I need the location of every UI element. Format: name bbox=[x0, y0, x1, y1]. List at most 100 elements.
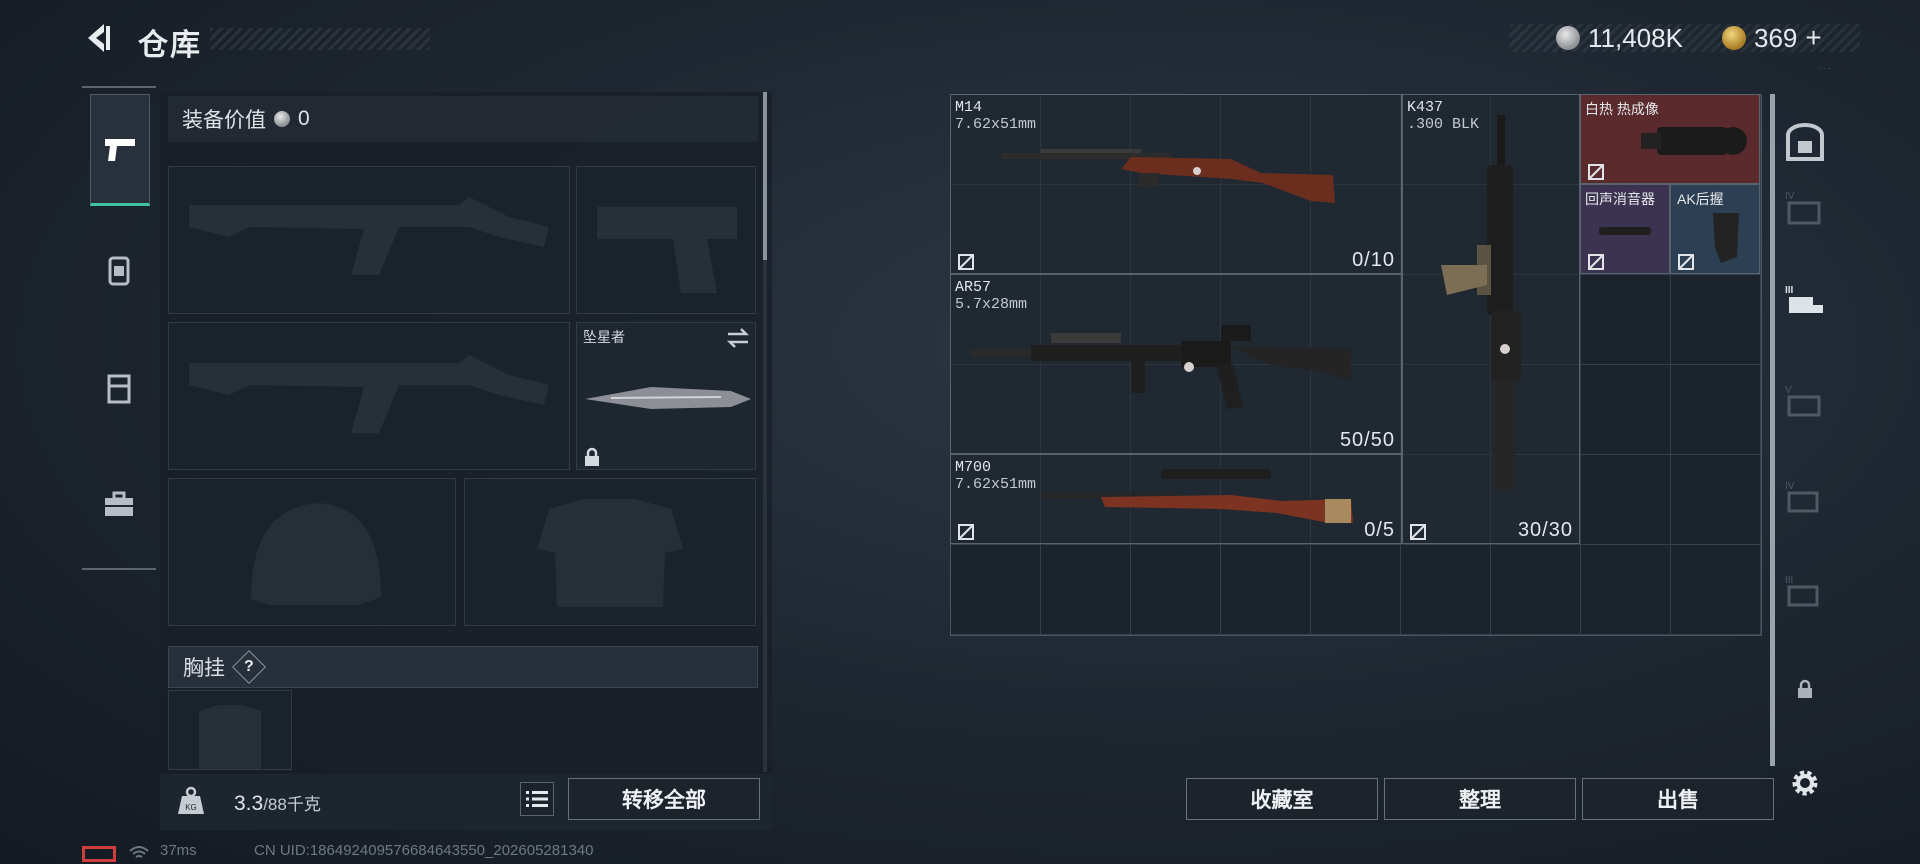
wifi-icon bbox=[129, 846, 149, 858]
toolbox-icon bbox=[105, 491, 133, 516]
stash-tab-iv-b[interactable]: IV bbox=[1780, 470, 1830, 524]
pistol-silhouette-icon bbox=[597, 207, 737, 293]
weight-display: 3.3/88千克 bbox=[234, 790, 321, 816]
add-currency-button[interactable]: + bbox=[1805, 22, 1821, 54]
melee-name: 坠星者 bbox=[583, 329, 625, 345]
tab-toolbox[interactable] bbox=[90, 474, 148, 534]
equipment-value-label: 装备价值 bbox=[182, 109, 266, 132]
armor-silhouette-icon bbox=[537, 499, 683, 607]
silver-currency: 11,408K bbox=[1556, 20, 1683, 56]
equipment-scrollbar[interactable] bbox=[763, 92, 767, 260]
pistol-slot[interactable] bbox=[576, 166, 756, 314]
stash-tab-iii-b[interactable]: III bbox=[1780, 564, 1830, 618]
list-icon bbox=[526, 791, 548, 807]
item-name: 回声消音器 bbox=[1585, 191, 1655, 207]
item-name: AR57 bbox=[955, 279, 992, 296]
stash-item-m700[interactable]: M700 7.62x51mm 0/5 bbox=[950, 454, 1402, 544]
chest-help-mark: ? bbox=[244, 658, 254, 675]
tab-backpack[interactable] bbox=[90, 240, 148, 300]
svg-text:IV: IV bbox=[1785, 191, 1795, 202]
item-name: K437 bbox=[1407, 99, 1444, 116]
chest-rig-header: 胸挂 ? bbox=[168, 646, 758, 688]
tabbar-top-line bbox=[82, 86, 156, 88]
storage-iv-b-icon: IV bbox=[1785, 481, 1819, 513]
k437-rifle-icon bbox=[1441, 115, 1521, 491]
rifle-silhouette-icon bbox=[189, 197, 549, 275]
sell-button[interactable]: 出售 bbox=[1582, 778, 1774, 820]
item-name: M14 bbox=[955, 99, 983, 116]
stash-item-suppressor[interactable]: 回声消音器 bbox=[1580, 184, 1670, 274]
transfer-all-button[interactable]: 转移全部 bbox=[568, 778, 760, 820]
stash-item-k437[interactable]: K437 .300 BLK 30/30 bbox=[1402, 94, 1580, 544]
organize-button[interactable]: 整理 bbox=[1384, 778, 1576, 820]
stash-tab-5[interactable]: V bbox=[1780, 374, 1830, 428]
stash-tab-locked[interactable] bbox=[1780, 662, 1830, 716]
back-icon[interactable] bbox=[80, 20, 116, 56]
gold-coin-icon bbox=[1722, 26, 1746, 50]
storage-v-icon: V bbox=[1785, 385, 1821, 417]
chest-rig-label: 胸挂 bbox=[183, 657, 225, 680]
stash-scrollbar[interactable] bbox=[1770, 94, 1775, 766]
item-ammo: 0/10 bbox=[1352, 249, 1395, 271]
stash-tab-main[interactable] bbox=[1780, 116, 1830, 170]
tab-vest[interactable] bbox=[90, 358, 148, 418]
gold-amount: 369 bbox=[1754, 22, 1798, 53]
equipment-value-bar: 装备价值 0 bbox=[168, 96, 758, 142]
item-caliber: 5.7x28mm bbox=[955, 296, 1028, 313]
version-mark: · · · bbox=[1818, 64, 1831, 73]
stash-tab-3[interactable]: III bbox=[1780, 274, 1830, 328]
recording-indicator bbox=[82, 846, 116, 862]
chest-rig-slot[interactable] bbox=[168, 690, 292, 770]
silver-amount: 11,408K bbox=[1588, 22, 1683, 53]
m14-rifle-icon bbox=[1001, 149, 1335, 203]
weight-icon: KG bbox=[178, 786, 204, 814]
stash-tab-4[interactable]: IV bbox=[1780, 180, 1830, 234]
value-coin-icon bbox=[274, 111, 290, 127]
item-ammo: 0/5 bbox=[1364, 519, 1395, 541]
collection-room-button[interactable]: 收藏室 bbox=[1186, 778, 1378, 820]
uninsured-icon bbox=[1588, 254, 1604, 270]
svg-text:III: III bbox=[1785, 575, 1793, 586]
tabbar-bottom-line bbox=[82, 568, 156, 570]
primary-weapon-slot[interactable] bbox=[168, 166, 570, 314]
armor-slot[interactable] bbox=[464, 478, 756, 626]
chest-help-icon[interactable]: ? bbox=[232, 650, 266, 684]
helmet-silhouette-icon bbox=[251, 503, 381, 605]
item-name: M700 bbox=[955, 459, 992, 476]
suppressor-icon bbox=[1599, 227, 1651, 235]
stash-item-m14[interactable]: M14 7.62x51mm 0/10 bbox=[950, 94, 1402, 274]
item-caliber: 7.62x51mm bbox=[955, 116, 1037, 133]
gold-currency[interactable]: 369 + bbox=[1722, 20, 1822, 56]
ping-readout: 37ms bbox=[160, 842, 197, 859]
stash-item-thermal-scope[interactable]: 白热 热成像 bbox=[1580, 94, 1760, 184]
helmet-slot[interactable] bbox=[168, 478, 456, 626]
weight-max: /88千克 bbox=[263, 795, 321, 814]
storage-iii-b-icon: III bbox=[1785, 575, 1819, 607]
lock-icon bbox=[1798, 679, 1812, 698]
svg-text:IV: IV bbox=[1785, 481, 1795, 492]
uninsured-icon bbox=[1588, 164, 1604, 180]
secondary-weapon-slot[interactable] bbox=[168, 322, 570, 470]
rifle-silhouette-icon-2 bbox=[189, 355, 549, 433]
m700-rifle-icon bbox=[1041, 469, 1353, 523]
uid-readout: CN UID:186492409576684643550_20260528134… bbox=[254, 842, 594, 859]
stash-item-ar57[interactable]: AR57 5.7x28mm 50/50 bbox=[950, 274, 1402, 454]
item-name: AK后握 bbox=[1677, 191, 1724, 207]
list-view-button[interactable] bbox=[520, 782, 554, 816]
uninsured-icon bbox=[958, 524, 974, 540]
melee-slot[interactable]: 坠星者 bbox=[576, 322, 756, 470]
ar57-rifle-icon bbox=[971, 325, 1351, 409]
weight-current: 3.3 bbox=[234, 792, 264, 815]
tab-weapons[interactable] bbox=[90, 94, 150, 206]
settings-icon bbox=[1792, 770, 1818, 796]
settings-button[interactable] bbox=[1780, 756, 1830, 810]
stash-item-ak-grip[interactable]: AK后握 bbox=[1670, 184, 1760, 274]
chest-rig-silhouette-icon bbox=[199, 705, 261, 769]
vest-icon bbox=[107, 374, 131, 404]
equipment-value-amount: 0 bbox=[298, 107, 310, 130]
uninsured-icon bbox=[958, 254, 974, 270]
swap-icon[interactable] bbox=[725, 327, 751, 349]
title-stripe bbox=[210, 28, 430, 50]
knife-icon bbox=[585, 387, 751, 409]
grip-icon bbox=[1713, 213, 1739, 263]
